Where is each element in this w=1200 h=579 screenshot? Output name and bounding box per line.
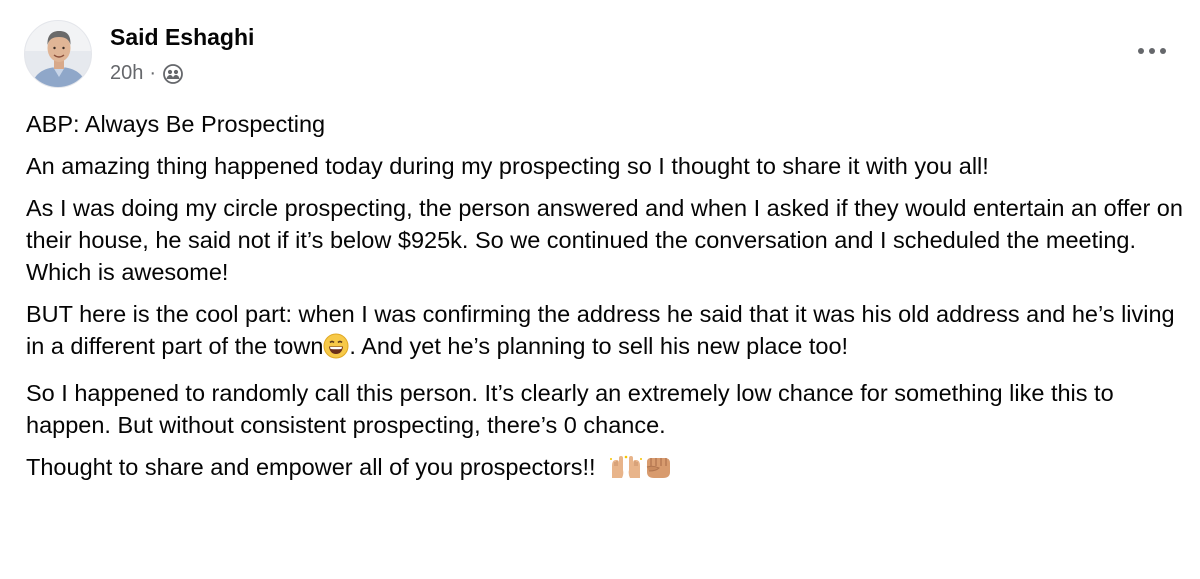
post-paragraph-1: ABP: Always Be Prospecting [26, 111, 326, 137]
post-timestamp[interactable]: 20h [110, 62, 143, 85]
friends-icon[interactable] [162, 63, 184, 85]
post-meta: 20h · [110, 62, 184, 85]
more-options-icon[interactable] [1132, 40, 1172, 62]
post-body: ABP: Always Be Prospecting An amazing th… [26, 108, 1186, 498]
raising-hands-icon [609, 454, 643, 488]
meta-separator: · [149, 62, 157, 84]
post-paragraph-3: As I was doing my circle prospecting, th… [26, 195, 1183, 285]
author-name[interactable]: Said Eshaghi [110, 24, 254, 51]
paragraph-6-text: Thought to share and empower all of you … [26, 454, 596, 480]
author-avatar[interactable] [24, 20, 92, 88]
post-paragraph-4: BUT here is the cool part: when I was co… [26, 298, 1186, 367]
grinning-face-icon [323, 333, 349, 367]
avatar-image [25, 21, 91, 87]
post-paragraph-2: An amazing thing happened today during m… [26, 153, 989, 179]
fist-icon [643, 454, 673, 488]
post-paragraph-6: Thought to share and empower all of you … [26, 451, 1186, 488]
post-card: Said Eshaghi 20h · ABP: Always Be Prospe… [0, 0, 1200, 579]
post-paragraph-5: So I happened to randomly call this pers… [26, 380, 1114, 438]
post-header: Said Eshaghi 20h · [24, 20, 1176, 92]
paragraph-4-text-b: . And yet he’s planning to sell his new … [349, 333, 849, 359]
